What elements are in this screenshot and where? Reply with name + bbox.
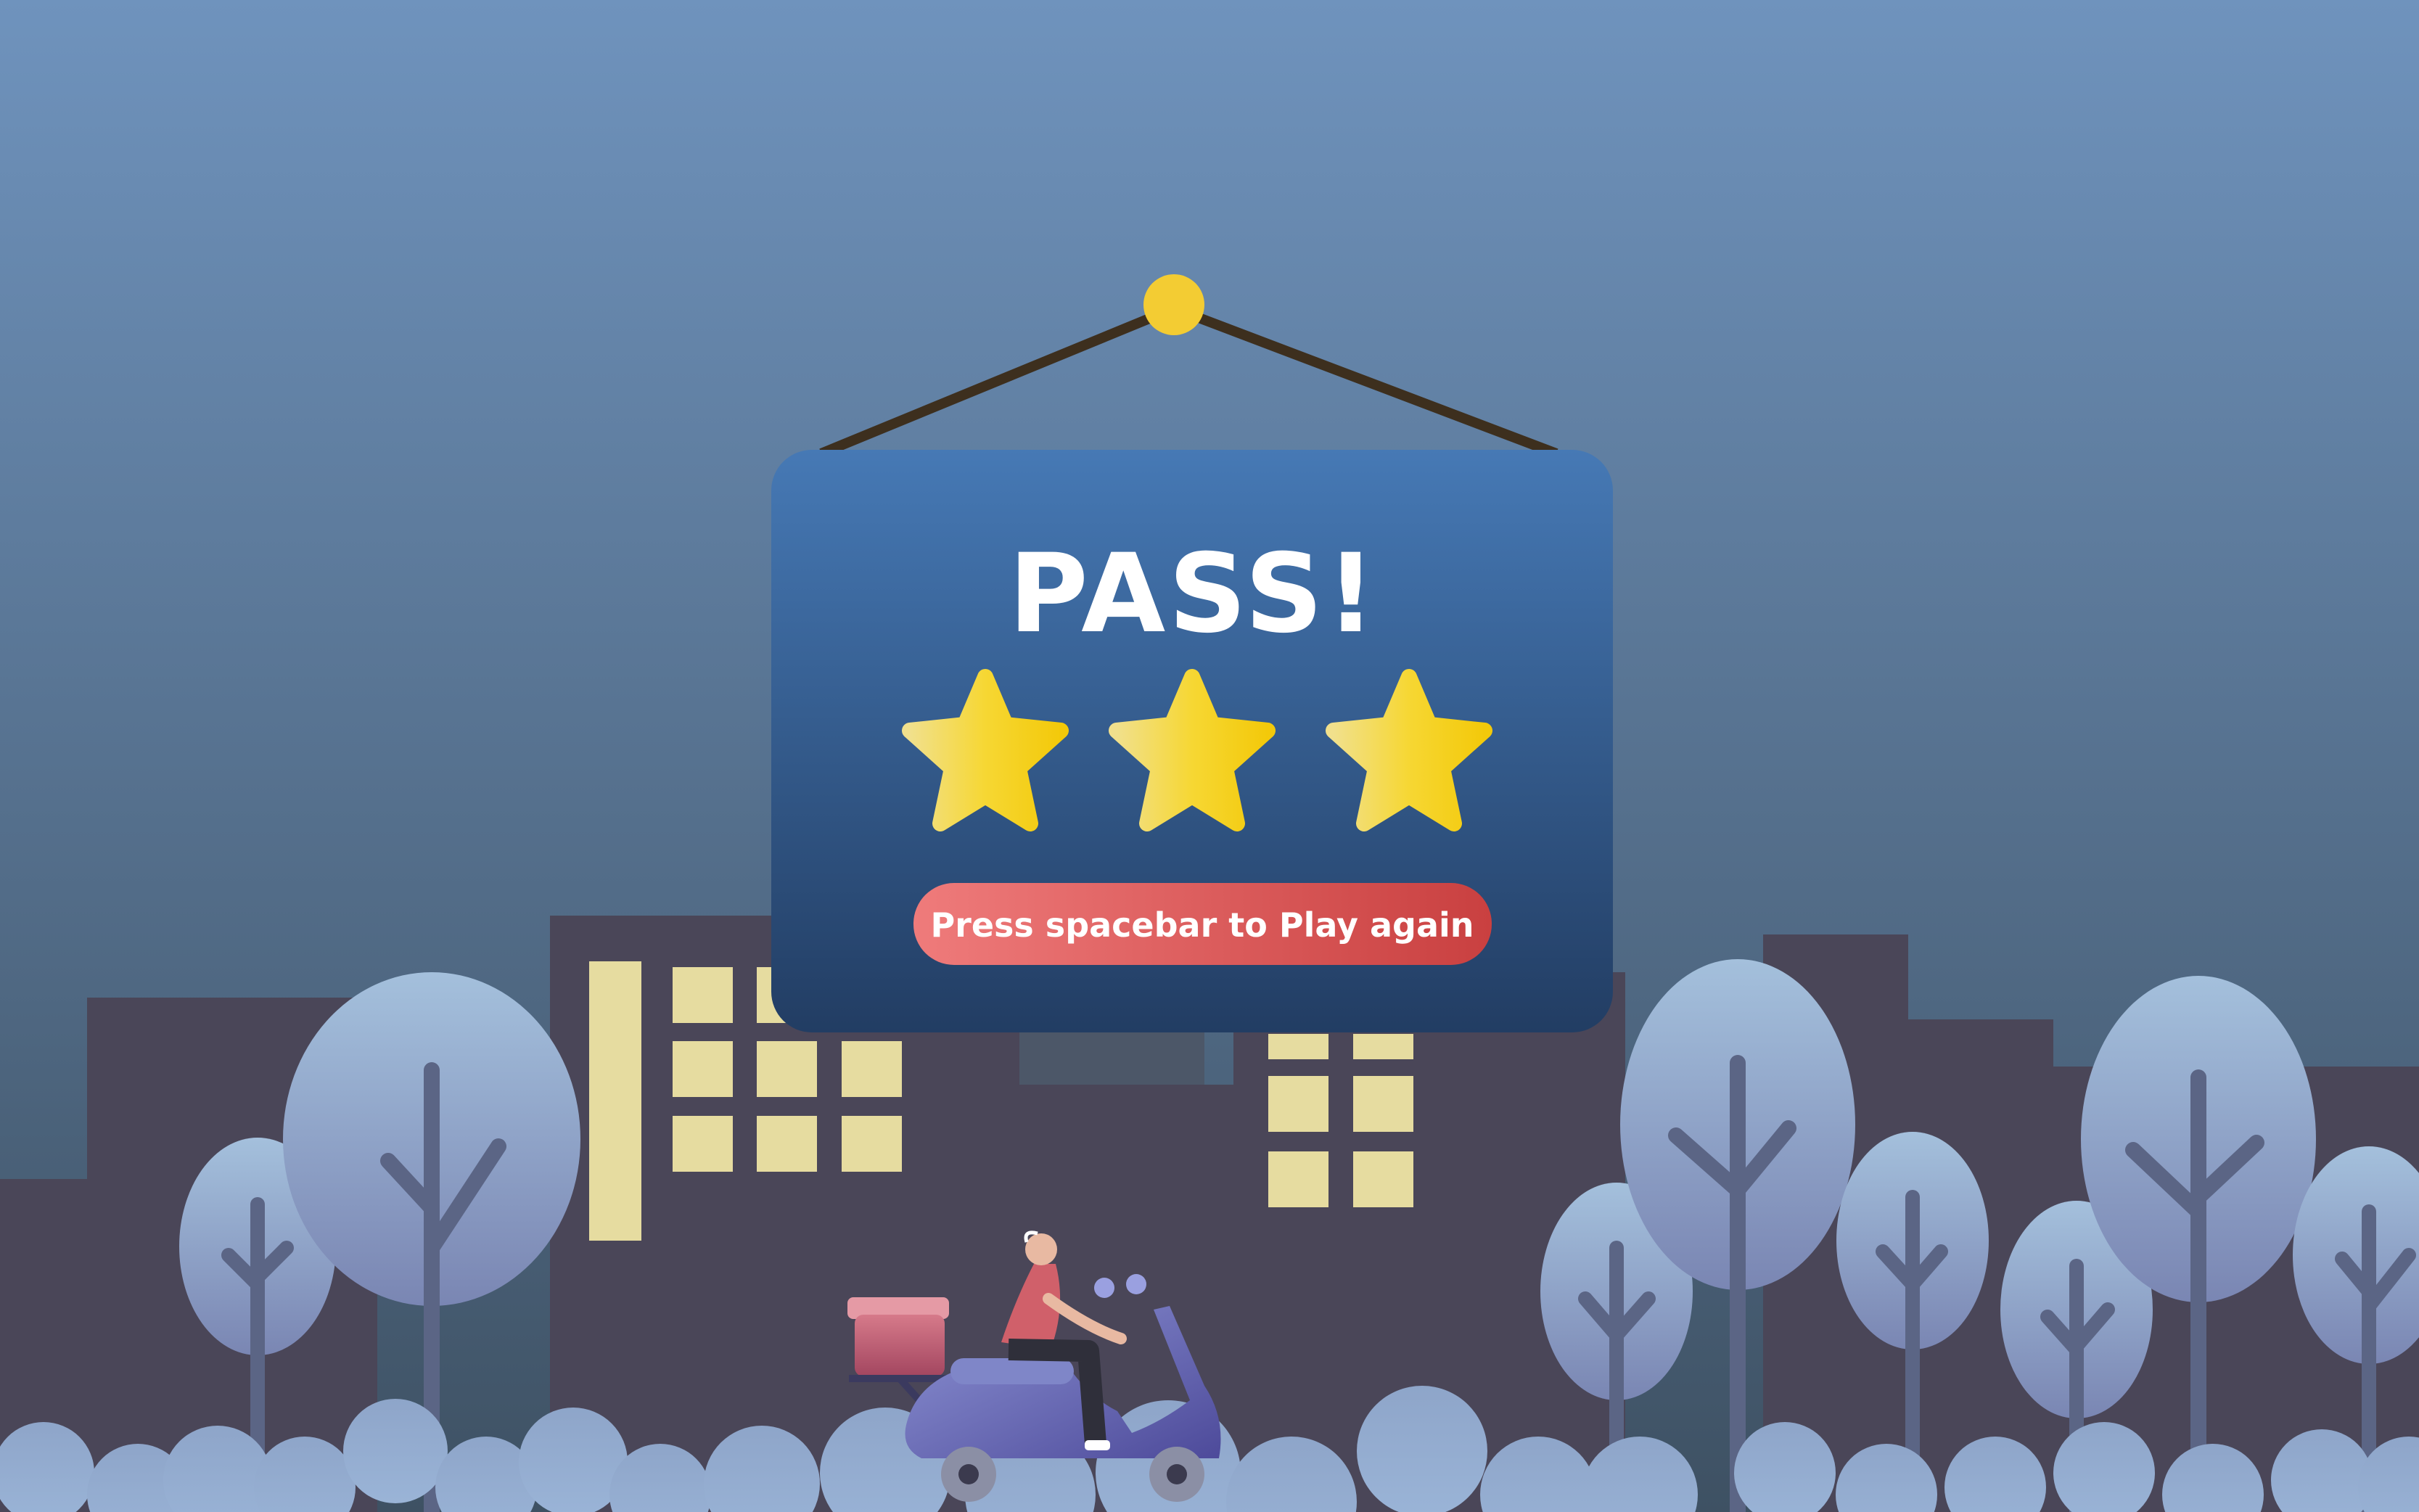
game-scene: PASS! Press spacebar to Play again bbox=[0, 0, 2419, 1512]
play-again-label: Press spacebar to Play again bbox=[930, 905, 1474, 945]
star-rating bbox=[910, 677, 1484, 823]
building-dark-panel bbox=[1019, 1030, 1204, 1085]
play-again-button[interactable]: Press spacebar to Play again bbox=[913, 883, 1492, 965]
sign-pin bbox=[1143, 274, 1204, 335]
result-title: PASS! bbox=[1009, 531, 1379, 657]
